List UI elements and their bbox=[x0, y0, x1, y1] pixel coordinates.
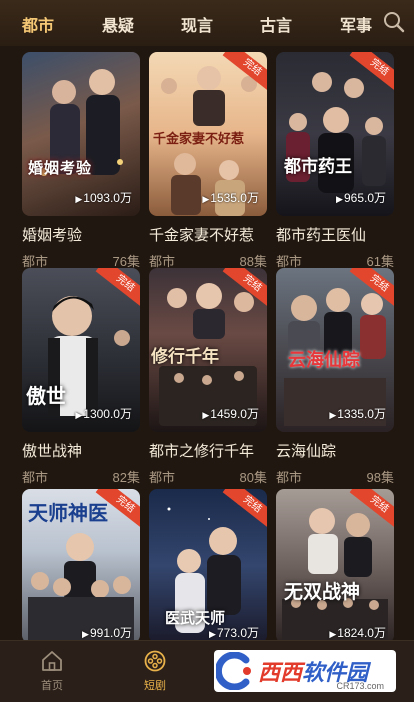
view-count: ▶1093.0万 bbox=[75, 191, 132, 205]
poster-title: 千金家妻不好惹 bbox=[153, 132, 245, 147]
drama-grid: 婚姻考验 ▶1093.0万 婚姻考验 都市 76集 千金家妻不好惹 完结 ▶153… bbox=[0, 46, 414, 640]
view-count: ▶1335.0万 bbox=[329, 407, 386, 421]
poster-image[interactable]: 婚姻考验 ▶1093.0万 bbox=[22, 52, 140, 216]
view-count: ▶1535.0万 bbox=[202, 191, 259, 205]
watermark-logo: 西西软件园 CR173.com bbox=[214, 650, 396, 692]
poster-image[interactable]: 无双战神 完结 ▶1824.0万 bbox=[276, 489, 394, 640]
poster-image[interactable]: 傲世 完结 ▶1300.0万 bbox=[22, 268, 140, 432]
poster-title: 天师神医 bbox=[28, 501, 108, 525]
poster-image[interactable]: 医武天师 完结 ▶773.0万 bbox=[149, 489, 267, 640]
drama-card[interactable]: 千金家妻不好惹 完结 ▶1535.0万 千金家妻不好惹 都市 88集 bbox=[149, 52, 267, 270]
genre-label: 都市 bbox=[22, 470, 49, 485]
poster-image[interactable]: 都市药王 完结 ▶965.0万 bbox=[276, 52, 394, 216]
home-icon bbox=[42, 651, 62, 671]
drama-card[interactable]: 云海仙踪 完结 ▶1335.0万 云海仙踪 都市 98集 bbox=[276, 268, 394, 486]
drama-card[interactable]: 修行千年 完结 ▶1459.0万 都市之修行千年 都市 80集 bbox=[149, 268, 267, 486]
drama-card[interactable]: 医武天师 完结 ▶773.0万 bbox=[149, 489, 267, 640]
drama-card[interactable]: 傲世 完结 ▶1300.0万 傲世战神 都市 82集 bbox=[22, 268, 140, 486]
view-count: ▶1459.0万 bbox=[202, 407, 259, 421]
poster-image[interactable]: 修行千年 完结 ▶1459.0万 bbox=[149, 268, 267, 432]
view-count: ▶1300.0万 bbox=[75, 407, 132, 421]
tab-junshi[interactable]: 军事 bbox=[340, 12, 372, 36]
view-count: ▶991.0万 bbox=[82, 626, 132, 640]
poster-title: 都市药王 bbox=[284, 157, 352, 177]
watermark-c-icon bbox=[216, 652, 251, 690]
category-tab-bar: 都市 悬疑 现言 古言 军事 bbox=[0, 0, 414, 46]
episode-count: 80集 bbox=[239, 470, 267, 485]
drama-card[interactable]: 婚姻考验 ▶1093.0万 婚姻考验 都市 76集 bbox=[22, 52, 140, 270]
film-reel-icon bbox=[144, 650, 166, 672]
poster-title: 云海仙踪 bbox=[288, 350, 360, 371]
drama-title: 傲世战神 bbox=[22, 443, 83, 460]
nav-home[interactable]: 首页 bbox=[22, 649, 82, 693]
search-icon[interactable] bbox=[382, 10, 406, 34]
tab-dushi[interactable]: 都市 bbox=[22, 12, 54, 36]
drama-card[interactable]: 无双战神 完结 ▶1824.0万 bbox=[276, 489, 394, 640]
tab-xuanyi[interactable]: 悬疑 bbox=[102, 12, 134, 36]
poster-title: 傲世 bbox=[26, 384, 66, 408]
poster-image[interactable]: 天师神医 完结 ▶991.0万 bbox=[22, 489, 140, 640]
nav-short-drama[interactable]: 短剧 bbox=[125, 649, 185, 693]
view-count: ▶1824.0万 bbox=[329, 626, 386, 640]
drama-card[interactable]: 天师神医 完结 ▶991.0万 bbox=[22, 489, 140, 640]
nav-short-drama-label: 短剧 bbox=[144, 680, 166, 692]
watermark-url: CR173.com bbox=[336, 681, 384, 691]
genre-label: 都市 bbox=[149, 470, 176, 485]
view-count: ▶773.0万 bbox=[209, 626, 259, 640]
poster-title: 无双战神 bbox=[284, 581, 361, 603]
nav-home-label: 首页 bbox=[41, 680, 63, 692]
drama-title: 千金家妻不好惹 bbox=[149, 227, 255, 244]
drama-card[interactable]: 都市药王 完结 ▶965.0万 都市药王医仙 都市 61集 bbox=[276, 52, 394, 270]
poster-title: 婚姻考验 bbox=[28, 159, 93, 177]
view-count: ▶965.0万 bbox=[336, 191, 386, 205]
episode-count: 98集 bbox=[366, 470, 394, 485]
genre-label: 都市 bbox=[276, 470, 303, 485]
episode-count: 82集 bbox=[112, 470, 140, 485]
tab-xianyan[interactable]: 现言 bbox=[181, 12, 213, 36]
drama-title: 都市之修行千年 bbox=[149, 443, 255, 460]
drama-title: 婚姻考验 bbox=[22, 227, 83, 244]
poster-image[interactable]: 云海仙踪 完结 ▶1335.0万 bbox=[276, 268, 394, 432]
drama-title: 云海仙踪 bbox=[276, 443, 337, 460]
drama-title: 都市药王医仙 bbox=[276, 227, 367, 244]
poster-image[interactable]: 千金家妻不好惹 完结 ▶1535.0万 bbox=[149, 52, 267, 216]
tab-guyan[interactable]: 古言 bbox=[260, 12, 292, 36]
poster-title: 修行千年 bbox=[151, 347, 219, 367]
